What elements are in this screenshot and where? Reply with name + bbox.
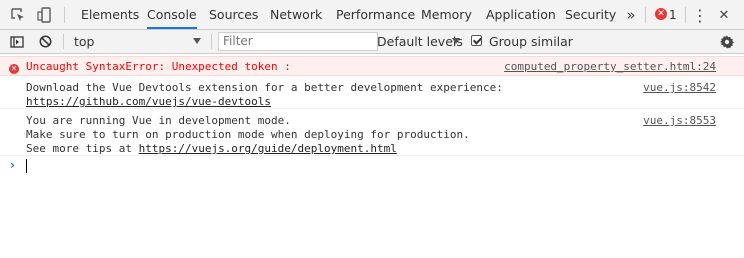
log-line: Make sure to turn on production mode whe… — [26, 128, 470, 141]
devtools-link[interactable]: https://github.com/vuejs/vue-devtools — [26, 95, 503, 109]
tab-memory[interactable]: Memory — [421, 0, 472, 29]
console-log-message: You are running Vue in development mode.… — [0, 109, 744, 156]
devtools-tab-bar: Elements Console Sources Network Perform… — [0, 0, 744, 30]
clear-console-icon — [39, 35, 51, 48]
toolbar-divider — [63, 34, 64, 49]
toolbar-divider — [64, 7, 65, 23]
inspect-element-button[interactable] — [8, 0, 28, 30]
chevron-down-icon[interactable] — [193, 38, 201, 44]
filter-input[interactable] — [218, 32, 378, 51]
log-source-link[interactable]: vue.js:8542 — [643, 81, 716, 95]
group-similar-label[interactable]: Group similar — [489, 30, 573, 53]
tab-elements[interactable]: Elements — [81, 0, 139, 29]
log-text: You are running Vue in development mode.… — [26, 114, 470, 156]
error-count[interactable]: 1 — [669, 0, 677, 30]
tab-performance[interactable]: Performance — [336, 0, 415, 29]
console-sidebar-icon — [10, 35, 24, 48]
context-selector[interactable]: top — [74, 30, 94, 53]
log-prefix: See more tips at — [26, 142, 139, 155]
tab-security[interactable]: Security — [565, 0, 616, 29]
toolbar-divider — [685, 7, 686, 23]
log-line: You are running Vue in development mode. — [26, 114, 291, 127]
console-sidebar-button[interactable] — [8, 30, 26, 53]
tab-console[interactable]: Console — [147, 0, 197, 29]
tab-application[interactable]: Application — [486, 0, 556, 29]
console-prompt[interactable]: › — [0, 155, 744, 175]
inspect-element-icon — [11, 8, 24, 21]
error-source-link[interactable]: computed_property_setter.html:24 — [504, 60, 716, 74]
device-toolbar-button[interactable] — [34, 0, 54, 30]
tab-sources[interactable]: Sources — [209, 0, 258, 29]
log-line: Download the Vue Devtools extension for … — [26, 81, 503, 94]
console-toolbar: top Default levels Group similar — [0, 30, 744, 54]
error-text: Uncaught SyntaxError: Unexpected token : — [26, 60, 291, 73]
clear-console-button[interactable] — [36, 30, 54, 53]
deployment-guide-link[interactable]: https://vuejs.org/guide/deployment.html — [139, 142, 397, 155]
device-toolbar-icon — [37, 7, 51, 23]
toolbar-divider — [645, 7, 646, 23]
console-settings-button[interactable] — [718, 30, 736, 53]
text-caret — [26, 159, 27, 173]
log-source-link[interactable]: vue.js:8553 — [643, 114, 716, 128]
toolbar-divider — [211, 34, 212, 49]
console-error-message: ✕ Uncaught SyntaxError: Unexpected token… — [0, 56, 744, 76]
console-log-message: Download the Vue Devtools extension for … — [0, 76, 744, 109]
group-similar-checkbox[interactable] — [471, 35, 482, 46]
error-icon: ✕ — [9, 64, 19, 74]
gear-icon — [720, 35, 734, 48]
close-devtools-button[interactable]: ✕ — [716, 0, 732, 30]
prompt-chevron-icon: › — [10, 158, 15, 172]
tab-network[interactable]: Network — [270, 0, 322, 29]
log-line: See more tips at https://vuejs.org/guide… — [26, 142, 470, 156]
log-text: Download the Vue Devtools extension for … — [26, 81, 503, 109]
chevron-down-icon[interactable] — [452, 38, 460, 44]
more-menu-button[interactable]: ⋮ — [692, 0, 708, 30]
log-levels-dropdown[interactable]: Default levels — [377, 30, 463, 53]
more-tabs-button[interactable]: » — [622, 0, 640, 30]
error-badge-icon[interactable]: ✕ — [655, 8, 667, 20]
